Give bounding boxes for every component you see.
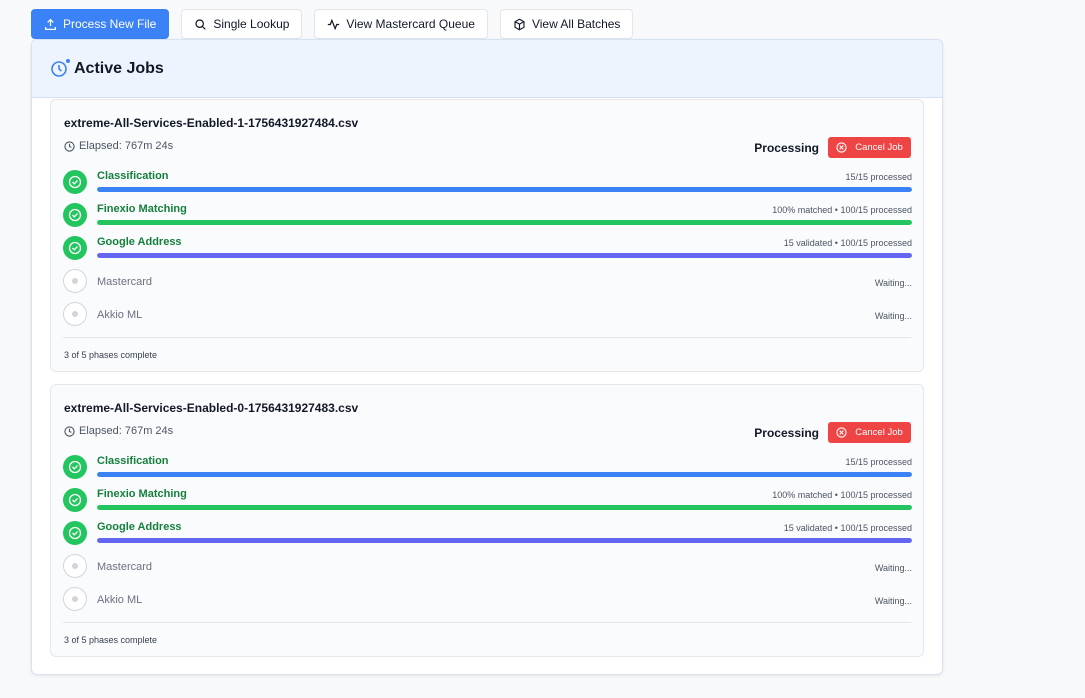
progress-fill [97,220,912,225]
job-card: extreme-All-Services-Enabled-0-175643192… [50,384,924,657]
phases-summary: 3 of 5 phases complete [64,350,158,360]
activity-icon [328,18,340,30]
active-jobs-panel: Active Jobs extreme-All-Services-Enabled… [31,39,943,675]
phase-name: Classification [97,455,169,467]
package-icon [514,18,525,30]
progress-bar [97,538,912,543]
phase-google-address: Google Address 15 validated • 100/15 pro… [63,236,912,262]
clock-icon [64,425,75,437]
phase-name: Akkio ML [97,309,143,321]
phase-name: Finexio Matching [97,203,187,215]
panel-header: Active Jobs [32,40,942,98]
phase-finexio-matching: Finexio Matching 100% matched • 100/15 p… [63,203,912,229]
clock-icon [64,140,75,152]
phase-info: 15/15 processed [845,457,912,467]
phase-akkio-ml: Akkio ML Waiting... [63,302,912,328]
elapsed-label: Elapsed: 767m 24s [79,425,174,437]
x-circle-icon [836,427,847,438]
phase-mastercard: Mastercard Waiting... [63,269,912,295]
toolbar: Process New File Single Lookup View Mast… [31,9,634,39]
phase-info: 15 validated • 100/15 processed [783,238,912,248]
search-icon [195,18,207,30]
view-mastercard-queue-button[interactable]: View Mastercard Queue [314,9,488,39]
pending-circle-icon [63,302,87,326]
cancel-job-button[interactable]: Cancel Job [828,137,911,158]
job-file-name: extreme-All-Services-Enabled-1-175643192… [64,116,359,130]
phase-info: Waiting... [874,563,912,573]
phase-name: Classification [97,170,169,182]
progress-fill [97,505,912,510]
progress-fill [97,472,912,477]
progress-bar [97,187,912,192]
cancel-job-label: Cancel Job [855,427,903,438]
check-circle-icon [63,236,87,260]
job-status: Processing [754,140,819,155]
phase-finexio-matching: Finexio Matching 100% matched • 100/15 p… [63,488,912,514]
phase-info: 100% matched • 100/15 processed [772,490,912,500]
check-circle-icon [63,203,87,227]
elapsed-time: Elapsed: 767m 24s [64,425,173,437]
x-circle-icon [836,142,847,153]
phase-name: Mastercard [97,276,153,288]
elapsed-label: Elapsed: 767m 24s [79,140,174,152]
progress-fill [97,538,912,543]
pending-circle-icon [63,587,87,611]
phase-info: 100% matched • 100/15 processed [772,205,912,215]
single-lookup-button[interactable]: Single Lookup [181,9,303,39]
clock-icon [50,57,71,78]
upload-icon [45,18,56,30]
check-circle-icon [63,170,87,194]
panel-title: Active Jobs [74,59,164,77]
phase-mastercard: Mastercard Waiting... [63,554,912,580]
cancel-job-label: Cancel Job [855,142,903,153]
check-circle-icon [63,488,87,512]
view-all-batches-label: View All Batches [531,17,621,31]
phase-name: Google Address [97,521,182,533]
pending-circle-icon [63,269,87,293]
check-circle-icon [63,521,87,545]
progress-bar [97,505,912,510]
phase-akkio-ml: Akkio ML Waiting... [63,587,912,613]
job-file-name: extreme-All-Services-Enabled-0-175643192… [64,401,359,415]
job-status-area: Processing Cancel Job [754,422,911,443]
phase-info: Waiting... [874,311,912,321]
phase-name: Google Address [97,236,182,248]
phase-name: Mastercard [97,561,153,573]
progress-bar [97,472,912,477]
process-new-file-label: Process New File [63,17,157,31]
progress-fill [97,187,912,192]
phases-summary: 3 of 5 phases complete [64,635,158,645]
phase-classification: Classification 15/15 processed [63,170,912,196]
job-status-area: Processing Cancel Job [754,137,911,158]
job-card: extreme-All-Services-Enabled-1-175643192… [50,99,924,372]
check-circle-icon [63,455,87,479]
view-mastercard-queue-label: View Mastercard Queue [346,17,475,31]
phase-info: 15/15 processed [845,172,912,182]
phase-info: 15 validated • 100/15 processed [783,523,912,533]
process-new-file-button[interactable]: Process New File [31,9,170,39]
view-all-batches-button[interactable]: View All Batches [499,9,634,39]
single-lookup-label: Single Lookup [213,17,290,31]
divider [63,622,911,623]
job-status: Processing [754,425,819,440]
progress-fill [97,253,912,258]
cancel-job-button[interactable]: Cancel Job [828,422,911,443]
phase-google-address: Google Address 15 validated • 100/15 pro… [63,521,912,547]
divider [63,337,911,338]
phase-name: Finexio Matching [97,488,187,500]
phase-info: Waiting... [874,278,912,288]
phase-classification: Classification 15/15 processed [63,455,912,481]
elapsed-time: Elapsed: 767m 24s [64,140,173,152]
progress-bar [97,220,912,225]
progress-bar [97,253,912,258]
phase-name: Akkio ML [97,594,143,606]
pending-circle-icon [63,554,87,578]
phase-info: Waiting... [874,596,912,606]
